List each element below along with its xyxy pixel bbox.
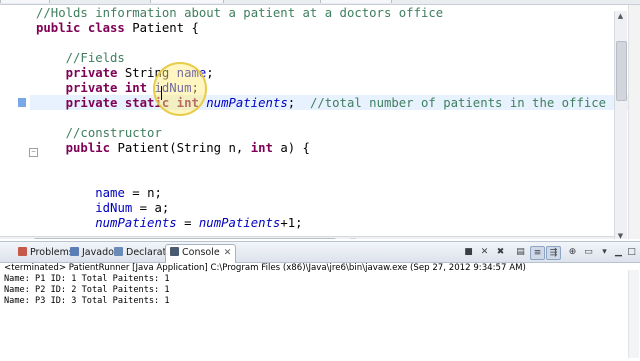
panel-tab-bar: Problems Javadoc Declaration Console ✕ ■ … [0,242,640,263]
code-token: //Fields [36,51,125,65]
code-token: //total number of patients in the office [309,96,607,110]
problems-icon [18,247,27,256]
code-token: idNum [95,201,133,215]
scrollbar-thumb[interactable] [616,41,627,101]
pin-console-icon[interactable]: ⊕ [566,246,579,258]
code-token: private [36,66,125,80]
declaration-icon [114,247,123,256]
editor-tab[interactable] [0,0,50,3]
code-token: ; [287,96,310,110]
code-token: numPatients [198,216,281,230]
minimize-icon[interactable]: ▁ [612,246,625,258]
code-token: //constructor [36,126,162,140]
bottom-panel: Problems Javadoc Declaration Console ✕ ■ … [0,241,640,361]
scroll-up-icon[interactable]: ▲ [615,11,626,21]
maximize-icon[interactable]: □ [625,246,638,258]
display-console-icon[interactable]: ▭ [582,246,595,258]
code-token: Patient(String n, [117,141,251,155]
word-wrap-icon[interactable]: ⇶ [546,246,561,260]
code-token: public class [36,21,133,35]
code-token: Patient { [132,21,199,35]
scroll-down-icon[interactable]: ▼ [615,231,626,239]
editor-gutter [0,5,30,239]
javadoc-icon [70,247,79,256]
code-line[interactable]: numPatients = numPatients+1; [36,216,303,231]
editor-tab[interactable] [150,0,224,3]
console-vertical-scrollbar[interactable] [628,270,639,358]
remove-all-icon[interactable]: ✖ [494,246,507,258]
editor-vertical-scrollbar[interactable]: ▲ ▼ [614,11,627,239]
close-icon[interactable]: ✕ [224,248,232,258]
code-token: public [36,141,118,155]
tab-console[interactable]: Console ✕ [165,244,237,263]
console-icon [170,247,179,256]
code-token: ; [206,66,214,80]
code-token: numPatients [206,96,288,110]
code-token: int [250,141,281,155]
console-output-line: Name: P1 ID: 1 Total Paitents: 1 [4,274,170,284]
editor-horizontal-scrollbar[interactable] [0,236,614,239]
code-line[interactable]: name = n; [36,186,162,201]
code-editor[interactable]: − //Holds information about a patient at… [0,5,628,239]
code-token: numPatients [95,216,177,230]
clear-console-icon[interactable]: ▤ [514,246,527,258]
code-token: name [95,186,125,200]
code-token: a) { [280,141,310,155]
code-token: private int [36,81,155,95]
scrollbar-grip [350,238,356,239]
code-token: = n; [124,186,162,200]
code-line[interactable]: public Patient(String n, int a) { [36,141,310,156]
console-output-line: Name: P2 ID: 2 Total Paitents: 1 [4,285,170,295]
code-line[interactable]: //Fields [36,51,125,66]
editor-tab[interactable] [320,0,392,3]
code-line[interactable]: idNum = a; [36,201,169,216]
code-line[interactable]: private static int numPatients; //total … [36,96,606,111]
code-line[interactable]: //constructor [36,126,162,141]
code-token: +1; [280,216,303,230]
line-marker-icon [18,98,26,107]
code-line[interactable]: public class Patient { [36,21,199,36]
chevron-down-icon[interactable]: ▾ [598,246,611,258]
code-line[interactable]: //Holds information about a patient at a… [36,6,443,21]
overview-ruler[interactable] [628,5,640,239]
code-token: //Holds information about a patient at a… [36,6,444,20]
text-caret [161,86,162,100]
scroll-lock-icon[interactable]: ≡ [530,246,545,260]
tab-label: Console [182,247,220,258]
scrollbar-thumb[interactable] [34,238,336,239]
console-output-line: Name: P3 ID: 3 Total Paitents: 1 [4,296,170,306]
terminate-icon[interactable]: ■ [462,246,475,258]
code-token: = [176,216,199,230]
console-status-line: <terminated> PatientRunner [Java Applica… [4,263,526,273]
code-token: = a; [132,201,170,215]
remove-launch-icon[interactable]: ✕ [478,246,491,258]
